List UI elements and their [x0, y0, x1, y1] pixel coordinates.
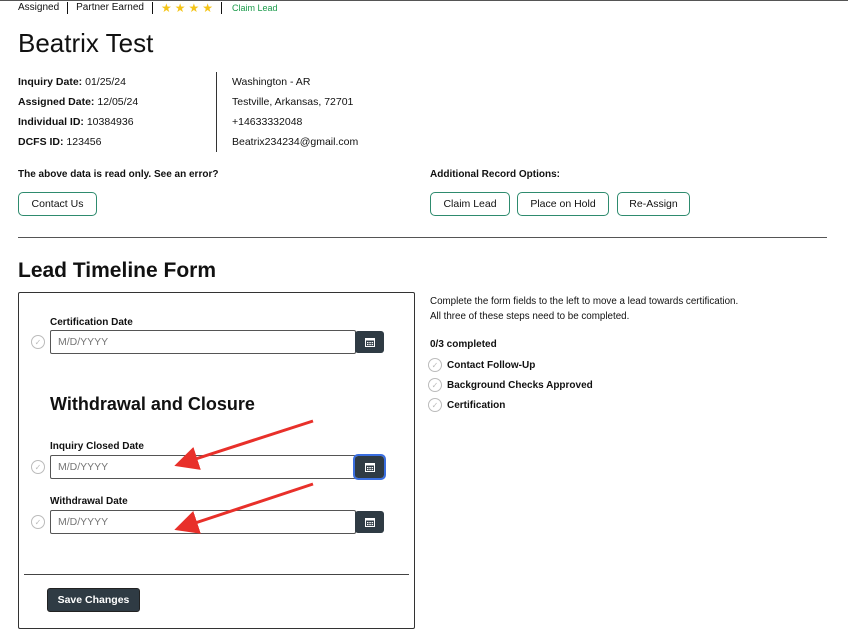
star-icon: ★ [160, 1, 172, 15]
withdrawal-date-input[interactable] [50, 510, 356, 534]
step-item: ✓ Certification [428, 398, 505, 412]
lead-timeline-form: Certification Date ✓ Withdrawal and Clos… [18, 292, 415, 629]
star-icon: ★ [202, 1, 214, 15]
status-text: Assigned [0, 2, 69, 14]
additional-options-label: Additional Record Options: [430, 169, 560, 180]
status-bar: Assigned Partner Earned ★ ★ ★ ★ Claim Le… [0, 0, 848, 16]
lead-name: Beatrix Test [18, 28, 154, 58]
step-item: ✓ Contact Follow-Up [428, 358, 535, 372]
phone-text: +14633332048 [232, 116, 303, 128]
check-circle-icon: ✓ [428, 378, 442, 392]
withdrawal-date-label: Withdrawal Date [50, 496, 128, 507]
read-only-note: The above data is read only. See an erro… [18, 169, 219, 180]
calendar-icon[interactable] [355, 331, 384, 353]
calendar-icon[interactable] [355, 511, 384, 533]
dcfs-id-value: 123456 [66, 136, 102, 148]
assigned-date-value: 12/05/24 [97, 96, 139, 108]
contact-us-button[interactable]: Contact Us [18, 192, 97, 216]
withdrawal-closure-heading: Withdrawal and Closure [50, 394, 255, 414]
step-item: ✓ Background Checks Approved [428, 378, 593, 392]
dcfs-id-label: DCFS ID: [18, 136, 64, 148]
inquiry-date-label: Inquiry Date: [18, 76, 83, 88]
assigned-date-label: Assigned Date: [18, 96, 95, 108]
inquiry-date-value: 01/25/24 [85, 76, 126, 88]
form-title: Lead Timeline Form [18, 259, 216, 282]
email-text: Beatrix234234@gmail.com [232, 136, 359, 148]
section-divider [18, 237, 827, 238]
lead-info-right: Washington - AR Testville, Arkansas, 727… [232, 72, 358, 152]
individual-id-label: Individual ID: [18, 116, 84, 128]
individual-id-row: Individual ID: 10384936 [18, 112, 138, 132]
check-circle-icon: ✓ [31, 335, 45, 349]
inquiry-closed-date-label: Inquiry Closed Date [50, 441, 144, 452]
certification-date-label: Certification Date [50, 317, 133, 328]
star-icon: ★ [174, 1, 186, 15]
partner-status-text: Partner Earned [68, 2, 153, 14]
reassign-button[interactable]: Re-Assign [617, 192, 690, 216]
step-label: Background Checks Approved [447, 379, 593, 391]
inquiry-date-row: Inquiry Date: 01/25/24 [18, 72, 138, 92]
claim-lead-button[interactable]: Claim Lead [430, 192, 510, 216]
check-circle-icon: ✓ [31, 460, 45, 474]
individual-id-value: 10384936 [86, 116, 134, 128]
instructions: Complete the form fields to the left to … [430, 294, 738, 324]
location-text: Washington - AR [232, 76, 311, 88]
step-label: Certification [447, 399, 506, 411]
certification-date-input[interactable] [50, 330, 356, 354]
check-circle-icon: ✓ [428, 398, 442, 412]
instruction-line: Complete the form fields to the left to … [430, 296, 739, 307]
instruction-line: All three of these steps need to be comp… [430, 311, 630, 322]
save-changes-button[interactable]: Save Changes [47, 588, 140, 612]
assigned-date-row: Assigned Date: 12/05/24 [18, 92, 138, 112]
dcfs-id-row: DCFS ID: 123456 [18, 132, 138, 152]
place-on-hold-button[interactable]: Place on Hold [517, 192, 609, 216]
inquiry-closed-date-input[interactable] [50, 455, 356, 479]
check-circle-icon: ✓ [428, 358, 442, 372]
info-divider [216, 72, 217, 152]
calendar-icon[interactable] [353, 454, 386, 480]
star-icon: ★ [188, 1, 200, 15]
lead-info-left: Inquiry Date: 01/25/24 Assigned Date: 12… [18, 72, 138, 152]
form-divider [24, 574, 409, 575]
check-circle-icon: ✓ [31, 515, 45, 529]
progress-count: 0/3 completed [430, 339, 497, 350]
rating-stars: ★ ★ ★ ★ [153, 1, 223, 15]
address-text: Testville, Arkansas, 72701 [232, 96, 354, 108]
step-label: Contact Follow-Up [447, 359, 536, 371]
claim-lead-link[interactable]: Claim Lead [222, 3, 288, 13]
